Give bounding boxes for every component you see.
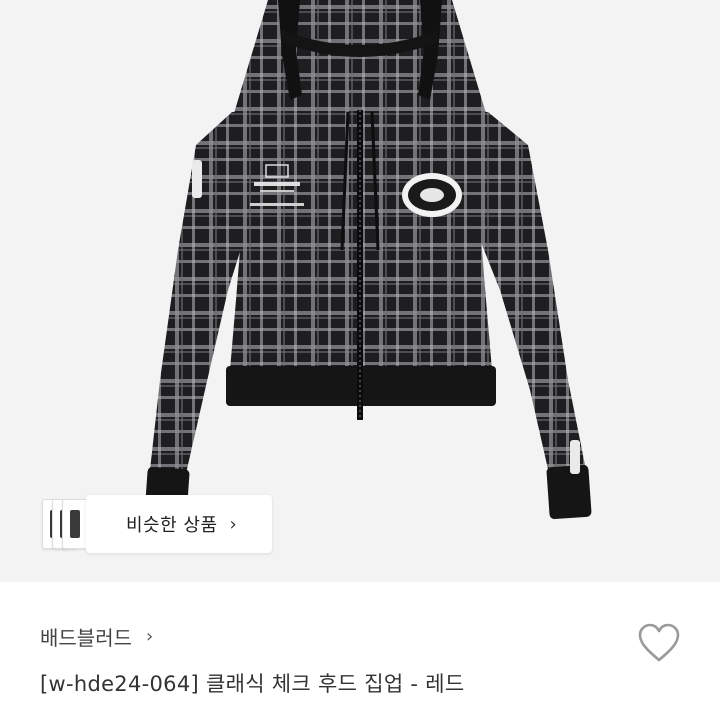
brand-link[interactable]: 배드블러드 ›	[40, 622, 153, 651]
product-image[interactable]: 비슷한 상품 ›	[0, 0, 720, 582]
chevron-right-icon: ›	[146, 626, 154, 647]
similar-thumbnails	[36, 495, 88, 553]
similar-products-button[interactable]: 비슷한 상품 ›	[36, 495, 272, 553]
chest-patch-right	[402, 173, 462, 217]
wishlist-button[interactable]	[636, 620, 682, 666]
similar-products-label-box[interactable]: 비슷한 상품 ›	[86, 495, 272, 553]
similar-products-label: 비슷한 상품	[126, 515, 218, 536]
brand-name: 배드블러드	[40, 626, 132, 650]
chevron-right-icon: ›	[229, 513, 238, 535]
similar-thumbnail	[62, 499, 88, 549]
product-title: [w-hde24-064] 클래식 체크 후드 집업 - 레드	[40, 672, 465, 696]
heart-outline-icon	[638, 623, 680, 662]
product-info: 배드블러드 › [w-hde24-064] 클래식 체크 후드 집업 - 레드	[0, 582, 720, 720]
